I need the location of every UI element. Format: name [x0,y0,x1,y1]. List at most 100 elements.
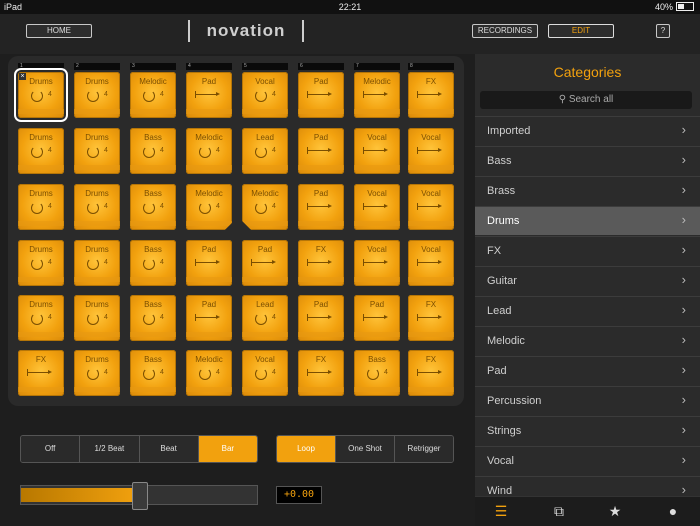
star-icon[interactable]: ★ [605,501,625,521]
sample-pad[interactable]: Pad [298,295,344,341]
sample-pad[interactable]: × Drums 4 [14,68,68,122]
sample-pad[interactable]: FX [298,240,344,286]
quantise-option[interactable]: Bar [198,436,257,462]
sample-pad[interactable]: Drums 4 [18,240,64,286]
knob-icon [87,368,99,380]
quantise-option[interactable]: Beat [139,436,199,462]
sample-pad[interactable]: Pad [242,240,288,286]
category-item[interactable]: Imported › [475,116,700,145]
pad-label-strip [298,109,344,114]
sample-pad[interactable]: FX [408,350,454,396]
sample-pad[interactable]: Drums 4 [18,184,64,230]
category-item[interactable]: Drums › [475,206,700,235]
sample-pad[interactable]: Pad [298,184,344,230]
user-icon[interactable]: ● [663,501,683,521]
sample-pad[interactable]: Vocal [354,240,400,286]
layers-icon[interactable]: ⧉ [549,501,569,521]
sample-pad[interactable]: Lead 4 [242,295,288,341]
sample-pad[interactable]: Bass 4 [130,350,176,396]
sample-pad[interactable]: Drums 4 [74,350,120,396]
sample-pad[interactable]: Bass 4 [130,295,176,341]
playmode-option[interactable]: Retrigger [395,436,453,462]
category-item[interactable]: Percussion › [475,386,700,415]
category-item[interactable]: Melodic › [475,326,700,355]
category-item[interactable]: Vocal › [475,446,700,475]
sample-pad[interactable]: Pad [186,240,232,286]
sample-pad[interactable]: Drums 4 [74,72,120,118]
sample-pad[interactable]: Drums 4 [74,295,120,341]
sample-pad[interactable]: Drums 4 [74,240,120,286]
sample-pad[interactable]: Melodic 4 [186,184,232,230]
recordings-button[interactable]: RECORDINGS [472,24,538,38]
sample-pad[interactable]: Vocal [354,128,400,174]
sample-pad[interactable]: Bass 4 [130,240,176,286]
knob-icon [199,146,211,158]
sample-pad[interactable]: FX [408,72,454,118]
sample-pad[interactable]: Vocal 4 [242,350,288,396]
pad-number: 4 [48,314,52,321]
playmode-option[interactable]: Loop [277,436,336,462]
sample-pad[interactable]: Drums 4 [74,128,120,174]
pad-category: Bass [144,300,162,309]
sample-pad[interactable]: Drums 4 [74,184,120,230]
sample-pad[interactable]: Pad [298,128,344,174]
sample-pad[interactable]: Drums 4 [18,128,64,174]
help-button[interactable]: ? [656,24,670,38]
pad-number: 4 [104,369,108,376]
pad-number: 4 [48,259,52,266]
pad-label-strip [130,221,176,226]
home-button[interactable]: HOME [26,24,92,38]
sample-pad[interactable]: Pad [354,295,400,341]
knob-icon [87,258,99,270]
sample-pad[interactable]: Pad [186,72,232,118]
category-item[interactable]: Lead › [475,296,700,325]
sample-pad[interactable]: FX [298,350,344,396]
pad-category: Vocal [421,133,441,142]
category-item[interactable]: FX › [475,236,700,265]
list-icon[interactable]: ☰ [491,501,511,521]
pad-number: 4 [384,369,388,376]
sample-pad[interactable]: Vocal 4 [242,72,288,118]
sample-pad[interactable]: Melodic [354,72,400,118]
volume-thumb[interactable] [132,482,148,510]
knob-icon [255,313,267,325]
sample-pad[interactable]: Bass 4 [130,128,176,174]
sample-pad[interactable]: FX [18,350,64,396]
sample-pad[interactable]: Vocal [408,184,454,230]
category-item[interactable]: Guitar › [475,266,700,295]
edit-button[interactable]: EDIT [548,24,614,38]
quantise-option[interactable]: 1/2 Beat [80,436,140,462]
categories-title: Categories [553,64,622,80]
category-item[interactable]: Strings › [475,416,700,445]
play-arrow-icon [363,147,388,154]
sample-pad[interactable]: Bass 4 [354,350,400,396]
pad-category: Drums [29,189,53,198]
sample-pad[interactable]: Vocal [354,184,400,230]
pad-label-strip [130,277,176,282]
quantise-option[interactable]: Off [21,436,81,462]
pad-label-strip [186,109,232,114]
category-item[interactable]: Bass › [475,146,700,175]
sample-pad[interactable]: Melodic 4 [130,72,176,118]
sample-pad[interactable]: Pad [186,295,232,341]
sample-pad[interactable]: Drums 4 [18,295,64,341]
pad-number: 4 [104,203,108,210]
category-item[interactable]: Pad › [475,356,700,385]
search-field[interactable]: ⚲ Search all [480,91,692,109]
pad-category: Vocal [367,245,387,254]
category-item[interactable]: Brass › [475,176,700,205]
volume-slider[interactable] [20,482,258,510]
play-arrow-icon [307,369,332,376]
sample-pad[interactable]: Vocal [408,128,454,174]
sample-pad[interactable]: Melodic 4 [186,350,232,396]
sample-pad[interactable]: Vocal [408,240,454,286]
sample-pad[interactable]: Pad [298,72,344,118]
pad-category: Melodic [363,77,391,86]
sample-pad[interactable]: Lead 4 [242,128,288,174]
sample-pad[interactable]: Melodic 4 [242,184,288,230]
sample-pad[interactable]: Melodic 4 [186,128,232,174]
chevron-right-icon: › [681,362,686,377]
sample-pad[interactable]: Bass 4 [130,184,176,230]
sample-pad[interactable]: FX [408,295,454,341]
playmode-option[interactable]: One Shot [336,436,395,462]
